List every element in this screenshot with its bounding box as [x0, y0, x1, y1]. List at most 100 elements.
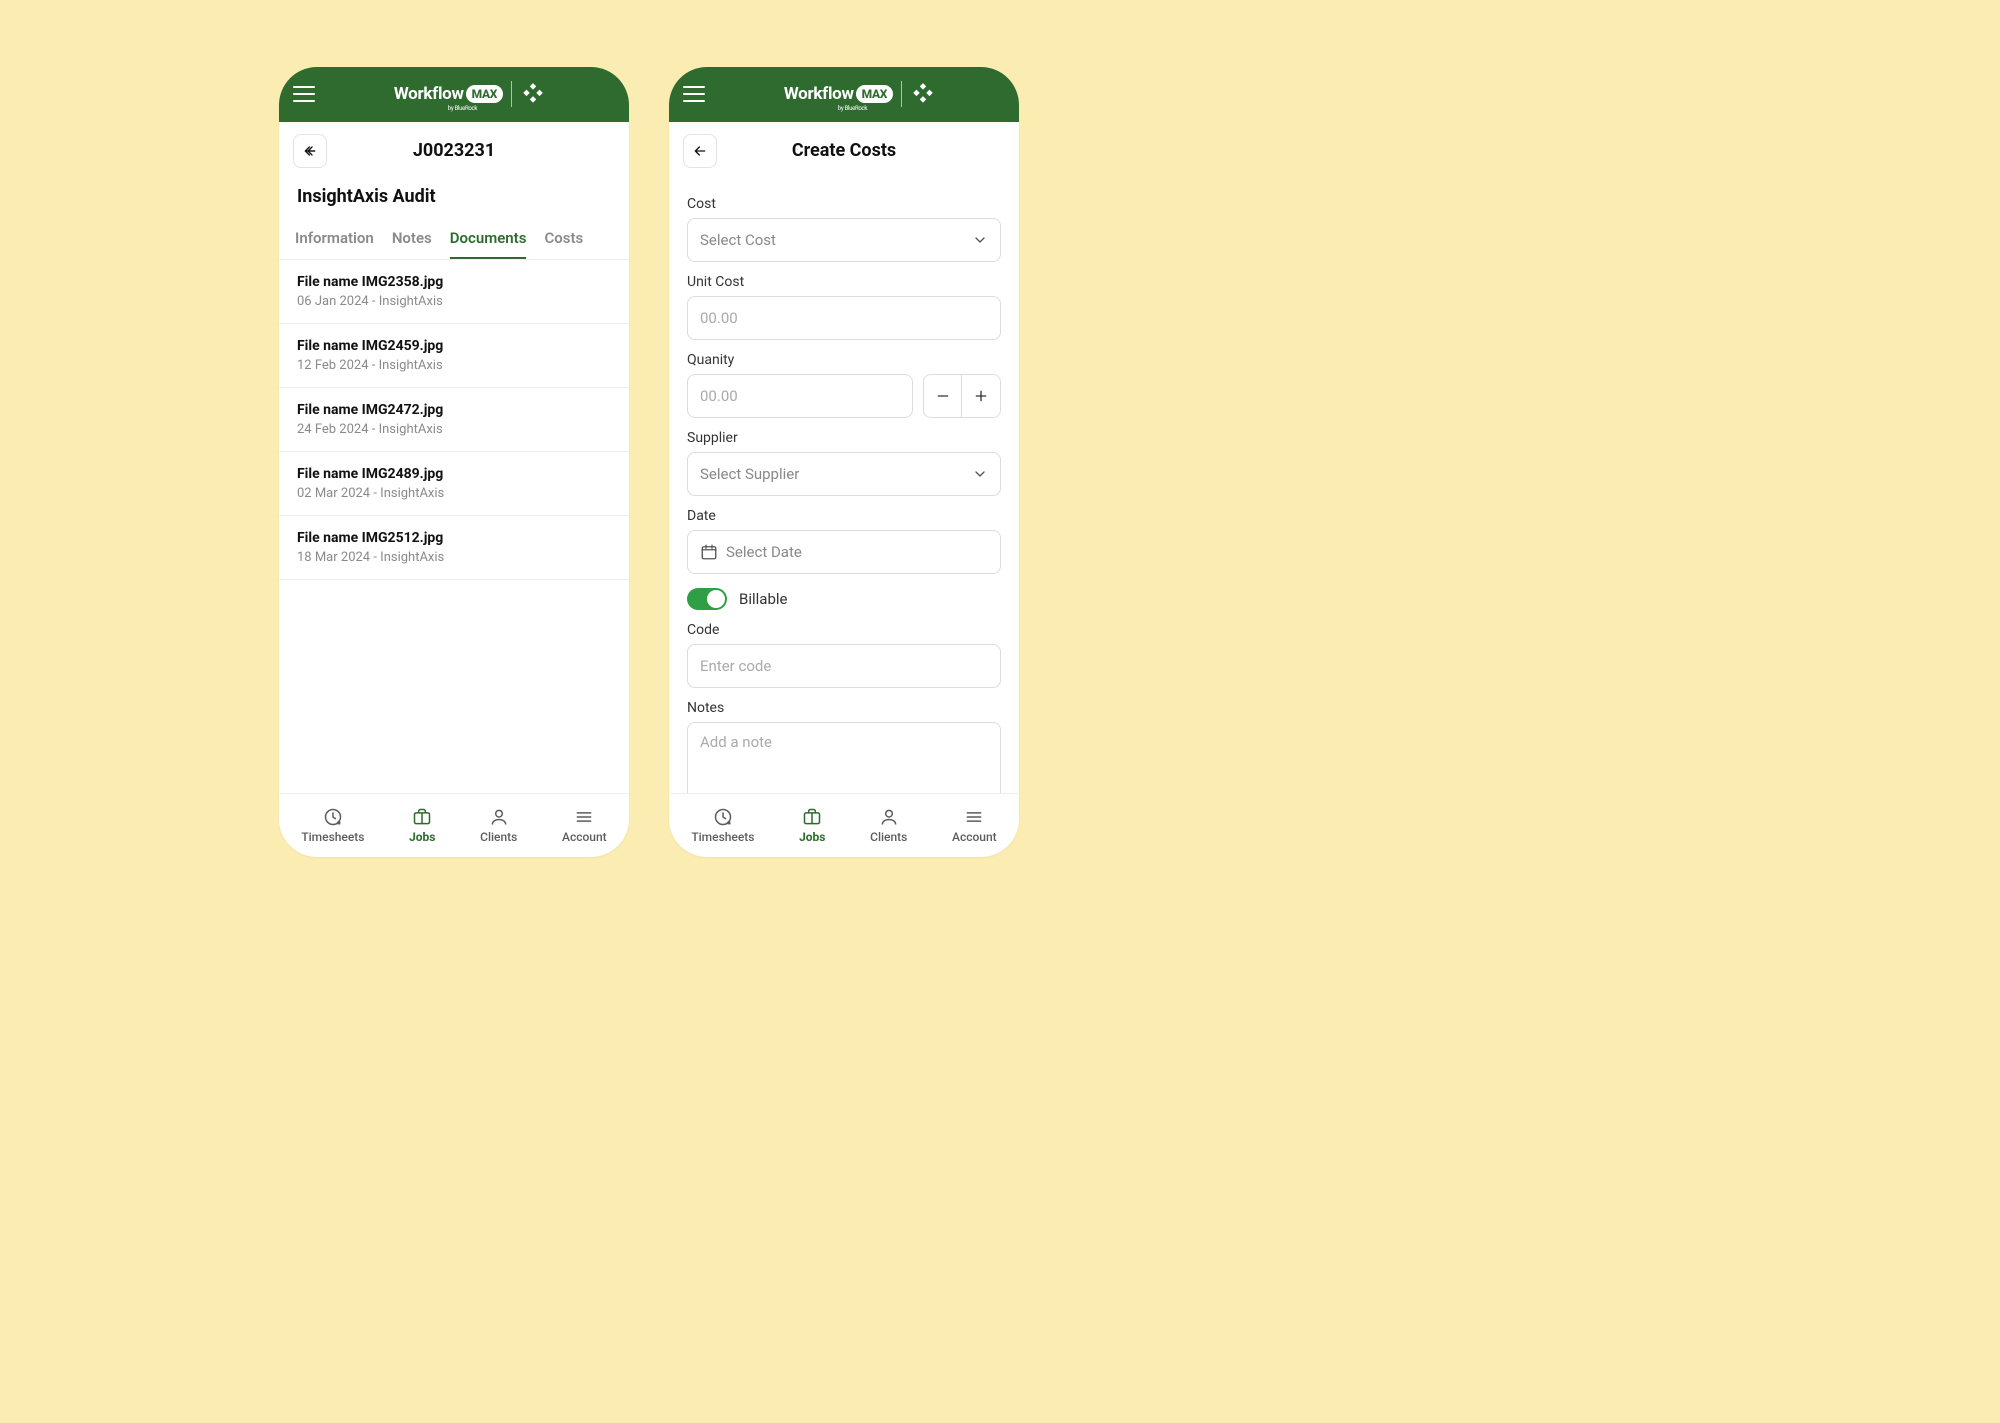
list-item[interactable]: File name IMG2489.jpg 02 Mar 2024 - Insi…: [279, 452, 629, 516]
bottom-nav: Timesheets Jobs Clients Account: [669, 793, 1019, 857]
quantity-increment[interactable]: [962, 375, 1000, 417]
cost-select-value: Select Cost: [700, 231, 776, 249]
cost-label: Cost: [687, 196, 1001, 212]
topbar: Workflow MAX by BlueRock: [279, 67, 629, 122]
billable-toggle[interactable]: [687, 588, 727, 610]
nav-label: Clients: [480, 830, 517, 844]
quantity-field[interactable]: [687, 374, 913, 418]
bottom-nav: Timesheets Jobs Clients Account: [279, 793, 629, 857]
chevron-down-icon: [972, 232, 988, 248]
brand-word: Workflow: [784, 84, 854, 104]
calendar-icon: [700, 543, 718, 561]
document-name: File name IMG2358.jpg: [297, 274, 611, 290]
quantity-label: Quanity: [687, 352, 1001, 368]
user-icon: [489, 807, 509, 827]
document-name: File name IMG2512.jpg: [297, 530, 611, 546]
document-list[interactable]: File name IMG2358.jpg 06 Jan 2024 - Insi…: [279, 260, 629, 793]
date-value: Select Date: [726, 543, 802, 561]
list-item[interactable]: File name IMG2459.jpg 12 Feb 2024 - Insi…: [279, 324, 629, 388]
unit-cost-input[interactable]: [700, 309, 988, 327]
clock-icon: [323, 807, 343, 827]
date-label: Date: [687, 508, 1001, 524]
nav-timesheets[interactable]: Timesheets: [301, 807, 364, 844]
phone-documents: Workflow MAX by BlueRock J0023231 Insigh…: [279, 67, 629, 857]
tab-documents[interactable]: Documents: [450, 221, 527, 259]
list-item[interactable]: File name IMG2472.jpg 24 Feb 2024 - Insi…: [279, 388, 629, 452]
menu-lines-icon: [964, 807, 984, 827]
nav-account[interactable]: Account: [562, 807, 607, 844]
nav-timesheets[interactable]: Timesheets: [691, 807, 754, 844]
document-meta: 18 Mar 2024 - InsightAxis: [297, 550, 611, 565]
user-icon: [879, 807, 899, 827]
minus-icon: [935, 388, 951, 404]
brand-sub: by BlueRock: [838, 105, 867, 112]
date-field[interactable]: Select Date: [687, 530, 1001, 574]
page-title: J0023231: [293, 140, 615, 161]
cost-select[interactable]: Select Cost: [687, 218, 1001, 262]
tab-notes[interactable]: Notes: [392, 221, 432, 259]
create-cost-form[interactable]: Cost Select Cost Unit Cost Quanity Suppl: [669, 180, 1019, 793]
briefcase-icon: [802, 807, 822, 827]
brand-logo: Workflow MAX by BlueRock: [715, 81, 1005, 107]
job-title: InsightAxis Audit: [279, 180, 629, 221]
menu-icon[interactable]: [683, 86, 705, 102]
plus-icon: [973, 388, 989, 404]
page-title: Create Costs: [683, 140, 1005, 161]
subheader: J0023231: [279, 122, 629, 180]
brand-icon: [520, 81, 546, 107]
billable-label: Billable: [739, 590, 787, 608]
nav-clients[interactable]: Clients: [480, 807, 517, 844]
nav-label: Jobs: [799, 830, 825, 844]
clock-icon: [713, 807, 733, 827]
quantity-stepper: [923, 374, 1001, 418]
tab-information[interactable]: Information: [295, 221, 374, 259]
tab-costs[interactable]: Costs: [544, 221, 583, 259]
nav-label: Jobs: [409, 830, 435, 844]
list-item[interactable]: File name IMG2358.jpg 06 Jan 2024 - Insi…: [279, 260, 629, 324]
briefcase-icon: [412, 807, 432, 827]
nav-label: Timesheets: [691, 830, 754, 844]
notes-label: Notes: [687, 700, 1001, 716]
unit-cost-label: Unit Cost: [687, 274, 1001, 290]
brand-text: Workflow MAX by BlueRock: [394, 84, 503, 104]
topbar: Workflow MAX by BlueRock: [669, 67, 1019, 122]
document-name: File name IMG2472.jpg: [297, 402, 611, 418]
supplier-select-value: Select Supplier: [700, 465, 799, 483]
logo-separator: [901, 81, 902, 107]
brand-badge: MAX: [466, 85, 503, 103]
document-meta: 24 Feb 2024 - InsightAxis: [297, 422, 611, 437]
nav-clients[interactable]: Clients: [870, 807, 907, 844]
code-field[interactable]: [687, 644, 1001, 688]
quantity-decrement[interactable]: [924, 375, 962, 417]
document-meta: 12 Feb 2024 - InsightAxis: [297, 358, 611, 373]
nav-jobs[interactable]: Jobs: [799, 807, 825, 844]
menu-icon[interactable]: [293, 86, 315, 102]
quantity-input[interactable]: [700, 387, 900, 405]
supplier-label: Supplier: [687, 430, 1001, 446]
logo-separator: [511, 81, 512, 107]
nav-label: Timesheets: [301, 830, 364, 844]
nav-account[interactable]: Account: [952, 807, 997, 844]
brand-logo: Workflow MAX by BlueRock: [325, 81, 615, 107]
tabs: Information Notes Documents Costs: [279, 221, 629, 260]
brand-word: Workflow: [394, 84, 464, 104]
chevron-down-icon: [972, 466, 988, 482]
nav-label: Account: [952, 830, 997, 844]
nav-label: Account: [562, 830, 607, 844]
nav-jobs[interactable]: Jobs: [409, 807, 435, 844]
nav-label: Clients: [870, 830, 907, 844]
menu-lines-icon: [574, 807, 594, 827]
document-name: File name IMG2459.jpg: [297, 338, 611, 354]
phone-create-costs: Workflow MAX by BlueRock Create Costs Co…: [669, 67, 1019, 857]
brand-text: Workflow MAX by BlueRock: [784, 84, 893, 104]
code-label: Code: [687, 622, 1001, 638]
list-item[interactable]: File name IMG2512.jpg 18 Mar 2024 - Insi…: [279, 516, 629, 580]
brand-sub: by BlueRock: [448, 105, 477, 112]
document-name: File name IMG2489.jpg: [297, 466, 611, 482]
code-input[interactable]: [700, 657, 988, 675]
document-meta: 02 Mar 2024 - InsightAxis: [297, 486, 611, 501]
unit-cost-field[interactable]: [687, 296, 1001, 340]
notes-textarea[interactable]: [687, 722, 1001, 793]
supplier-select[interactable]: Select Supplier: [687, 452, 1001, 496]
subheader: Create Costs: [669, 122, 1019, 180]
